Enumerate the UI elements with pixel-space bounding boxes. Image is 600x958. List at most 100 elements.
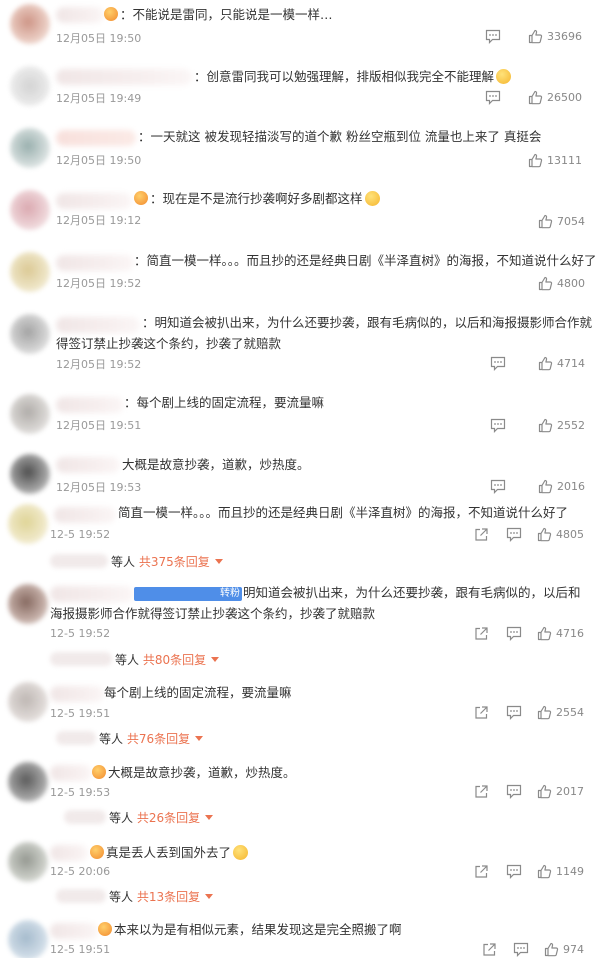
like-button[interactable]: 4805 — [537, 527, 584, 542]
thread-time: 12-5 19:51 — [50, 707, 111, 720]
comment-icon — [506, 864, 522, 879]
avatar[interactable] — [8, 842, 48, 882]
comment-icon — [506, 626, 522, 641]
replies-count: 共13条回复 — [136, 890, 201, 904]
thread-time: 12-5 19:52 — [50, 627, 111, 640]
comment-icon — [490, 418, 506, 433]
comment-feed: ：不能说是雷同，只能说是一模一样… 12月05日 19:50 33696 ：创意… — [0, 0, 600, 958]
username[interactable] — [56, 130, 136, 146]
username[interactable] — [56, 397, 124, 413]
avatar[interactable] — [10, 394, 50, 434]
comment-time: 12月05日 19:50 — [56, 32, 142, 45]
avatar[interactable] — [10, 454, 50, 494]
share-button[interactable] — [474, 705, 489, 720]
replies-toggle[interactable]: 等人 共375条回复 — [50, 553, 223, 570]
thumbs-up-icon — [538, 214, 553, 229]
like-button[interactable]: 4800 — [538, 276, 585, 291]
comment-button[interactable] — [485, 29, 501, 44]
replies-toggle[interactable]: 等人 共26条回复 — [64, 809, 214, 826]
caret-down-icon — [195, 736, 204, 741]
thumbs-up-icon — [528, 153, 543, 168]
avatar[interactable] — [10, 190, 50, 230]
username[interactable] — [56, 193, 132, 209]
comment-button[interactable] — [490, 418, 506, 433]
like-button[interactable]: 2554 — [537, 705, 584, 720]
share-button[interactable] — [474, 864, 489, 879]
comment-icon — [485, 90, 501, 105]
avatar[interactable] — [8, 584, 48, 624]
like-button[interactable]: 26500 — [528, 90, 582, 105]
replies-count: 共80条回复 — [142, 653, 207, 667]
username[interactable] — [50, 923, 98, 939]
thread-text: 明知道会被扒出来，为什么还要抄袭，跟有毛病似的，以后和海报摄影师合作就得签订禁止… — [50, 585, 581, 621]
replies-toggle[interactable]: 等人 共80条回复 — [50, 651, 220, 668]
caret-down-icon — [211, 657, 220, 662]
avatar[interactable] — [10, 128, 50, 168]
username[interactable] — [50, 686, 104, 702]
replies-toggle[interactable]: 等人 共76条回复 — [56, 730, 204, 747]
like-button[interactable]: 33696 — [528, 29, 582, 44]
like-button[interactable]: 2552 — [538, 418, 585, 433]
comment-button[interactable] — [485, 90, 501, 105]
username[interactable] — [50, 845, 88, 861]
thumbs-up-icon — [538, 356, 553, 371]
like-count: 33696 — [547, 30, 582, 43]
comment-button[interactable] — [506, 705, 522, 720]
username[interactable] — [56, 69, 192, 85]
caret-down-icon — [205, 894, 214, 899]
comment-button[interactable] — [506, 626, 522, 641]
comment-text: ：不能说是雷同，只能说是一模一样… — [120, 7, 333, 22]
thumbs-up-icon — [528, 90, 543, 105]
username[interactable] — [50, 765, 92, 781]
like-button[interactable]: 974 — [544, 942, 584, 957]
comment-button[interactable] — [506, 527, 522, 542]
comment-button[interactable] — [490, 356, 506, 371]
share-button[interactable] — [474, 784, 489, 799]
comment-icon — [513, 942, 529, 957]
comment-time: 12月05日 19:51 — [56, 419, 142, 432]
comment-text: ：简直一模一样。。。而且抄的还是经典日剧《半泽直树》的海报，不知道说什么好了 — [134, 253, 597, 268]
avatar[interactable] — [10, 314, 50, 354]
thread-text: 每个剧上线的固定流程，要流量嘛 — [104, 685, 292, 700]
avatar[interactable] — [8, 504, 48, 544]
share-button[interactable] — [482, 942, 497, 957]
thread-text: 本来以为是有相似元素，结果发现这是完全照搬了啊 — [114, 922, 402, 937]
avatar[interactable] — [10, 252, 50, 292]
like-button[interactable]: 2016 — [538, 479, 585, 494]
like-count: 4716 — [556, 627, 584, 640]
comment-button[interactable] — [506, 784, 522, 799]
reply-users — [56, 889, 106, 903]
comment-item: ：不能说是雷同，只能说是一模一样… 12月05日 19:50 33696 — [0, 0, 600, 60]
like-button[interactable]: 13111 — [528, 153, 582, 168]
share-button[interactable] — [474, 527, 489, 542]
comment-icon — [506, 705, 522, 720]
comment-item: ：明知道会被扒出来，为什么还要抄袭，跟有毛病似的，以后和海报摄影师合作就得签订禁… — [0, 310, 600, 382]
avatar[interactable] — [8, 682, 48, 722]
avatar[interactable] — [8, 762, 48, 802]
comment-button[interactable] — [513, 942, 529, 957]
username[interactable] — [56, 7, 104, 23]
share-button[interactable] — [474, 626, 489, 641]
username[interactable] — [54, 507, 116, 523]
comment-button[interactable] — [490, 479, 506, 494]
like-button[interactable]: 2017 — [537, 784, 584, 799]
fan-tag: 转粉 — [134, 587, 242, 601]
replies-prefix: 等人 — [109, 811, 134, 825]
emoji-icon — [496, 69, 512, 84]
thumbs-up-icon — [537, 705, 552, 720]
username[interactable] — [56, 457, 120, 473]
thread-time: 12-5 19:53 — [50, 786, 111, 799]
avatar[interactable] — [8, 920, 48, 958]
thumbs-up-icon — [528, 29, 543, 44]
avatar[interactable] — [10, 4, 50, 44]
like-button[interactable]: 7054 — [538, 214, 585, 229]
replies-prefix: 等人 — [111, 555, 136, 569]
avatar[interactable] — [10, 66, 50, 106]
thread-item: 转粉 明知道会被扒出来，为什么还要抄袭，跟有毛病似的，以后和海报摄影师合作就得签订… — [0, 580, 600, 670]
like-button[interactable]: 1149 — [537, 864, 584, 879]
comment-button[interactable] — [506, 864, 522, 879]
username[interactable] — [56, 255, 134, 271]
replies-toggle[interactable]: 等人 共13条回复 — [56, 888, 214, 905]
like-button[interactable]: 4716 — [537, 626, 584, 641]
like-button[interactable]: 4714 — [538, 356, 585, 371]
